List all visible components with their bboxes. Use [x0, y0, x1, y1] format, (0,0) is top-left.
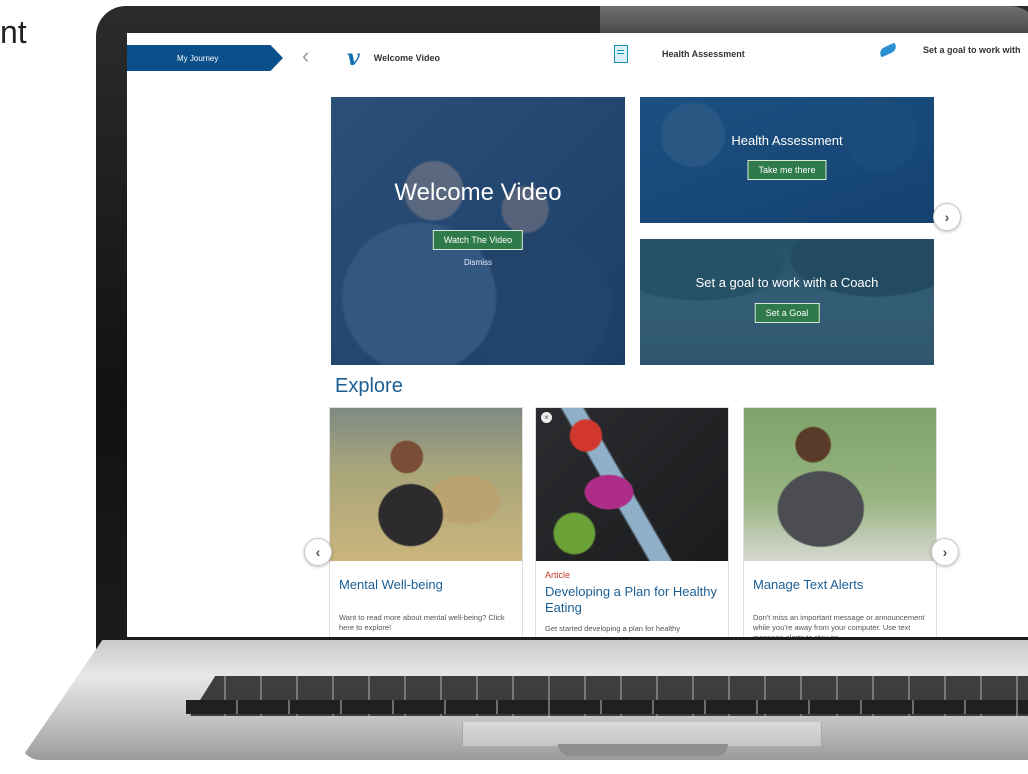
vimeo-icon: v [347, 45, 360, 71]
document-icon [614, 45, 628, 63]
watch-video-button[interactable]: Watch The Video [432, 230, 524, 250]
nav-item-welcome-video[interactable]: v Welcome Video [347, 45, 440, 71]
top-nav: My Journey ‹ v Welcome Video Health Asse… [127, 33, 1028, 77]
nav-item-health-assessment[interactable]: Health Assessment [614, 45, 745, 63]
set-goal-title: Set a goal to work with a Coach [695, 275, 879, 290]
explore-card-healthy-eating[interactable]: × Article Developing a Plan for Healthy … [535, 407, 729, 637]
whistle-icon [878, 42, 898, 58]
explore-card-text-alerts[interactable]: Manage Text Alerts Don't miss an importa… [743, 407, 937, 637]
explore-card-desc: Get started developing a plan for health… [545, 624, 681, 633]
keyboard-row [186, 700, 1028, 714]
laptop-screen: My Journey ‹ v Welcome Video Health Asse… [127, 33, 1028, 637]
nav-item-label: Set a goal to work with [923, 45, 1021, 55]
nav-item-set-goal[interactable]: Set a goal to work with [878, 42, 1021, 58]
nav-item-label: Health Assessment [662, 49, 745, 59]
explore-card-image [330, 408, 522, 561]
explore-card-title[interactable]: Mental Well-being [339, 577, 513, 593]
welcome-video-card: Welcome Video Watch The Video Dismiss [331, 97, 625, 365]
corner-text: nt [0, 14, 27, 50]
welcome-video-title: Welcome Video [394, 179, 562, 206]
explore-card-desc: Don't miss an important message or annou… [753, 613, 925, 637]
sidebar [127, 77, 317, 637]
my-journey-label: My Journey [177, 53, 219, 63]
explore-card-title[interactable]: Developing a Plan for Healthy Eating [545, 584, 719, 616]
health-assessment-title: Health Assessment [731, 133, 843, 148]
explore-heading: Explore [335, 375, 403, 397]
take-me-there-button[interactable]: Take me there [747, 160, 827, 180]
article-type-label: Article [545, 570, 571, 580]
explore-prev-icon[interactable]: ‹ [304, 538, 332, 566]
explore-card-image [744, 408, 936, 561]
dismiss-link[interactable]: Dismiss [331, 258, 625, 267]
explore-card-desc: Want to read more about mental well-bein… [339, 613, 505, 632]
explore-next-icon[interactable]: › [931, 538, 959, 566]
close-icon[interactable]: × [541, 412, 552, 423]
my-journey-tab[interactable]: My Journey [127, 45, 283, 71]
set-goal-card: Set a goal to work with a Coach Set a Go… [640, 239, 934, 365]
health-assessment-card: Health Assessment Take me there [640, 97, 934, 223]
laptop-notch [558, 744, 728, 756]
explore-card-title[interactable]: Manage Text Alerts [753, 577, 927, 593]
nav-back-icon[interactable]: ‹ [302, 43, 309, 69]
set-goal-button[interactable]: Set a Goal [754, 303, 820, 323]
hero-next-icon[interactable]: › [933, 203, 961, 231]
explore-card-image [536, 408, 728, 561]
nav-item-label: Welcome Video [373, 53, 440, 63]
explore-card-mental-wellbeing[interactable]: Mental Well-being Want to read more abou… [329, 407, 523, 637]
